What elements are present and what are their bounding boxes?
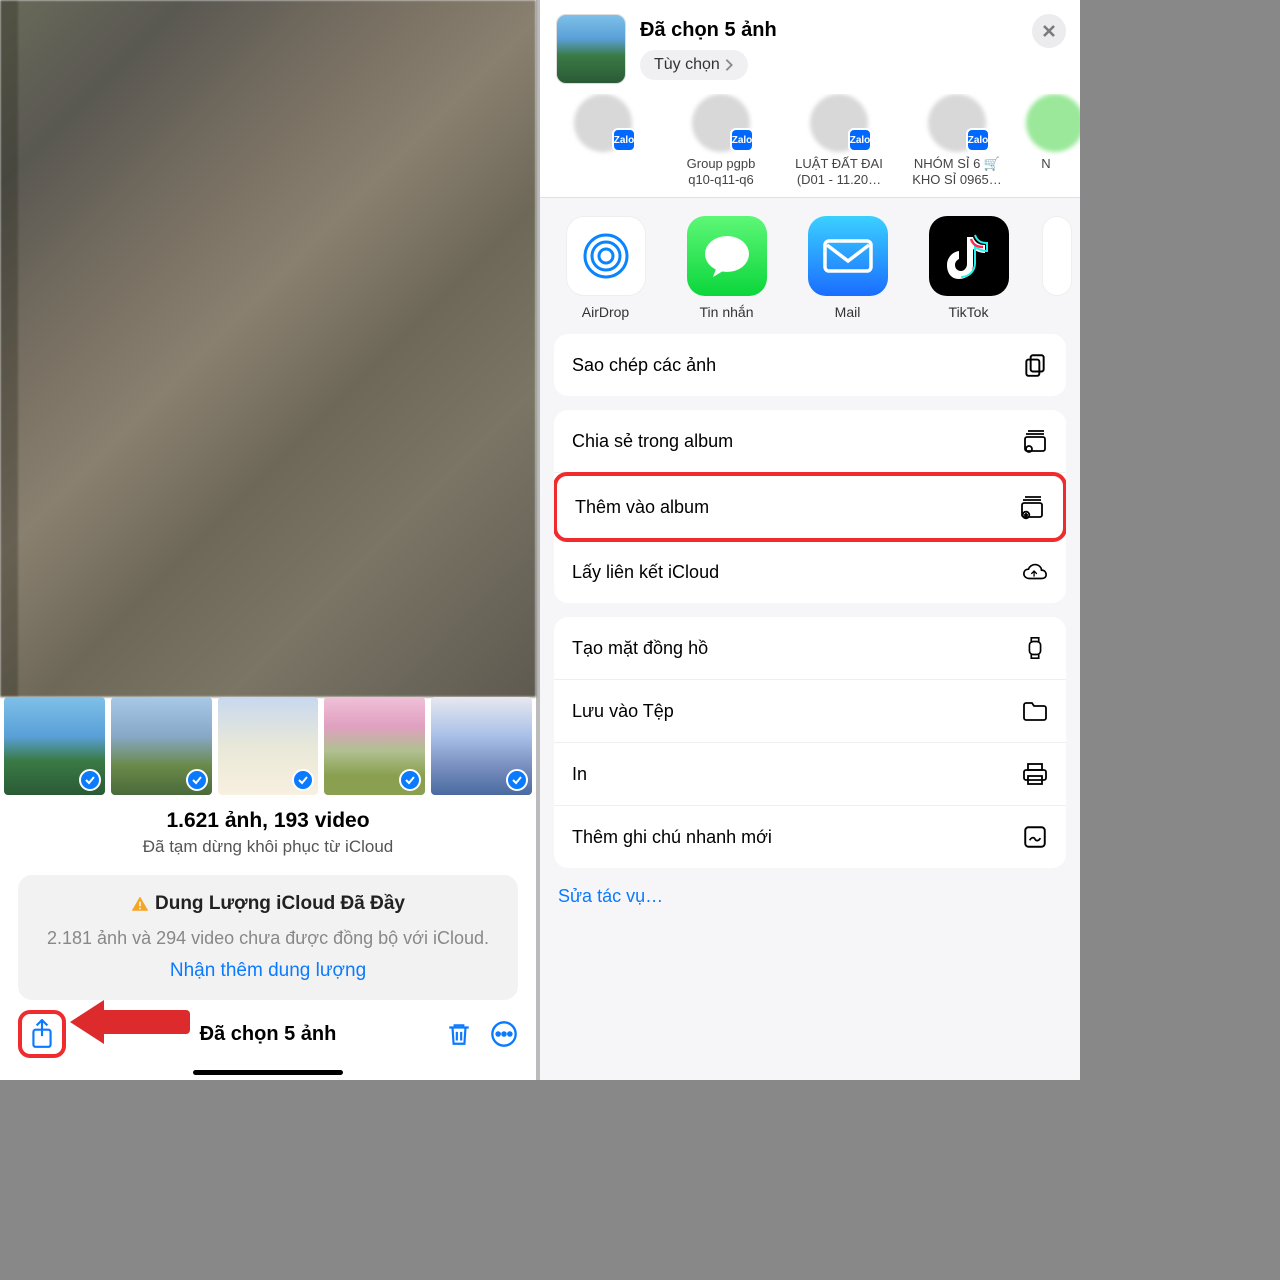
check-icon	[186, 769, 208, 791]
airdrop-icon	[578, 228, 634, 284]
action-create-watch-face[interactable]: Tạo mặt đồng hồ	[554, 617, 1066, 680]
folder-icon	[1022, 698, 1048, 724]
action-label: Lấy liên kết iCloud	[572, 562, 719, 583]
check-icon	[292, 769, 314, 791]
action-add-to-album[interactable]: Thêm vào album	[554, 472, 1066, 542]
icloud-card-title: Dung Lượng iCloud Đã Đầy	[155, 893, 405, 915]
share-contacts-row: Zalo Zalo Group pgpb q10-q11-q6 Zalo LUẬ…	[540, 94, 1080, 198]
album-add-icon	[1019, 494, 1045, 520]
app-more[interactable]	[1042, 216, 1062, 320]
options-button[interactable]: Tùy chọn	[640, 50, 748, 80]
thumbnail[interactable]	[218, 697, 319, 795]
action-label: Thêm vào album	[575, 497, 709, 518]
options-label: Tùy chọn	[654, 56, 720, 74]
thumbnail[interactable]	[111, 697, 212, 795]
action-label: In	[572, 764, 587, 785]
icloud-card-body: 2.181 ảnh và 294 video chưa được đồng bộ…	[38, 926, 498, 950]
photo-grid-blurred	[0, 0, 536, 697]
photos-library-pane: 1.621 ảnh, 193 video Đã tạm dừng khôi ph…	[0, 0, 540, 1080]
mail-icon	[821, 237, 875, 275]
copy-icon	[1022, 352, 1048, 378]
action-label: Tạo mặt đồng hồ	[572, 638, 708, 659]
share-contact[interactable]: Zalo	[554, 94, 652, 187]
icloud-full-card[interactable]: Dung Lượng iCloud Đã Đầy 2.181 ảnh và 29…	[18, 875, 518, 1000]
bottom-toolbar: Đã chọn 5 ảnh	[0, 1000, 536, 1064]
share-contact[interactable]: N	[1026, 94, 1066, 187]
action-label: Thêm ghi chú nhanh mới	[572, 827, 772, 848]
tiktok-icon	[947, 231, 991, 281]
library-sync-status: Đã tạm dừng khôi phục từ iCloud	[10, 837, 526, 857]
action-label: Sao chép các ảnh	[572, 355, 716, 376]
messages-icon	[702, 233, 752, 279]
quicknote-icon	[1022, 824, 1048, 850]
check-icon	[399, 769, 421, 791]
app-label: AirDrop	[582, 304, 629, 320]
action-save-to-files[interactable]: Lưu vào Tệp	[554, 680, 1066, 743]
close-icon	[1041, 23, 1057, 39]
warning-icon	[131, 895, 149, 913]
action-group: Tạo mặt đồng hồ Lưu vào Tệp In Thêm ghi …	[554, 617, 1066, 868]
close-button[interactable]	[1032, 14, 1066, 48]
get-more-storage-link[interactable]: Nhận thêm dung lượng	[38, 960, 498, 982]
action-label: Lưu vào Tệp	[572, 701, 674, 722]
zalo-badge-icon: Zalo	[730, 128, 754, 152]
share-icon	[29, 1019, 55, 1049]
album-share-icon	[1022, 428, 1048, 454]
app-tiktok[interactable]: TikTok	[921, 216, 1016, 320]
check-icon	[506, 769, 528, 791]
chevron-right-icon	[724, 58, 734, 72]
share-sheet-pane: Đã chọn 5 ảnh Tùy chọn Zalo Zalo Group p…	[540, 0, 1080, 1080]
app-label: Tin nhắn	[700, 304, 754, 320]
action-label: Chia sẻ trong album	[572, 431, 733, 452]
app-mail[interactable]: Mail	[800, 216, 895, 320]
more-icon[interactable]	[490, 1020, 518, 1048]
app-messages[interactable]: Tin nhắn	[679, 216, 774, 320]
annotation-arrow	[70, 998, 190, 1046]
action-group: Sao chép các ảnh	[554, 334, 1066, 396]
printer-icon	[1022, 761, 1048, 787]
action-group: Chia sẻ trong album Thêm vào album Lấy l…	[554, 410, 1066, 603]
share-sheet-title: Đã chọn 5 ảnh	[640, 19, 777, 42]
watch-icon	[1022, 635, 1048, 661]
share-contact[interactable]: Zalo Group pgpb q10-q11-q6	[672, 94, 770, 187]
share-sheet-header: Đã chọn 5 ảnh Tùy chọn	[540, 0, 1080, 94]
action-copy-photos[interactable]: Sao chép các ảnh	[554, 334, 1066, 396]
home-indicator	[193, 1070, 343, 1075]
share-apps-row: AirDrop Tin nhắn Mail TikTok	[540, 198, 1080, 334]
zalo-badge-icon: Zalo	[848, 128, 872, 152]
thumbnail[interactable]	[4, 697, 105, 795]
app-label: TikTok	[949, 304, 989, 320]
preview-thumbnail	[556, 14, 626, 84]
share-actions: Sao chép các ảnh Chia sẻ trong album Thê…	[540, 334, 1080, 1080]
zalo-badge-icon: Zalo	[966, 128, 990, 152]
app-airdrop[interactable]: AirDrop	[558, 216, 653, 320]
selected-thumbnails-row	[0, 697, 536, 795]
action-icloud-link[interactable]: Lấy liên kết iCloud	[554, 541, 1066, 603]
zalo-badge-icon: Zalo	[612, 128, 636, 152]
check-icon	[79, 769, 101, 791]
library-stats: 1.621 ảnh, 193 video Đã tạm dừng khôi ph…	[0, 795, 536, 863]
share-contact[interactable]: Zalo LUẬT ĐẤT ĐAI (D01 - 11.20…	[790, 94, 888, 187]
action-print[interactable]: In	[554, 743, 1066, 806]
share-contact[interactable]: Zalo NHÓM SỈ 6 🛒 KHO SỈ 0965…	[908, 94, 1006, 187]
action-share-in-album[interactable]: Chia sẻ trong album	[554, 410, 1066, 473]
library-count: 1.621 ảnh, 193 video	[10, 809, 526, 833]
share-button[interactable]	[18, 1010, 66, 1058]
thumbnail[interactable]	[324, 697, 425, 795]
trash-icon[interactable]	[446, 1020, 472, 1048]
app-label: Mail	[835, 304, 861, 320]
thumbnail[interactable]	[431, 697, 532, 795]
edit-actions-link[interactable]: Sửa tác vụ…	[554, 882, 1066, 907]
icloud-link-icon	[1022, 559, 1048, 585]
action-new-quick-note[interactable]: Thêm ghi chú nhanh mới	[554, 806, 1066, 868]
